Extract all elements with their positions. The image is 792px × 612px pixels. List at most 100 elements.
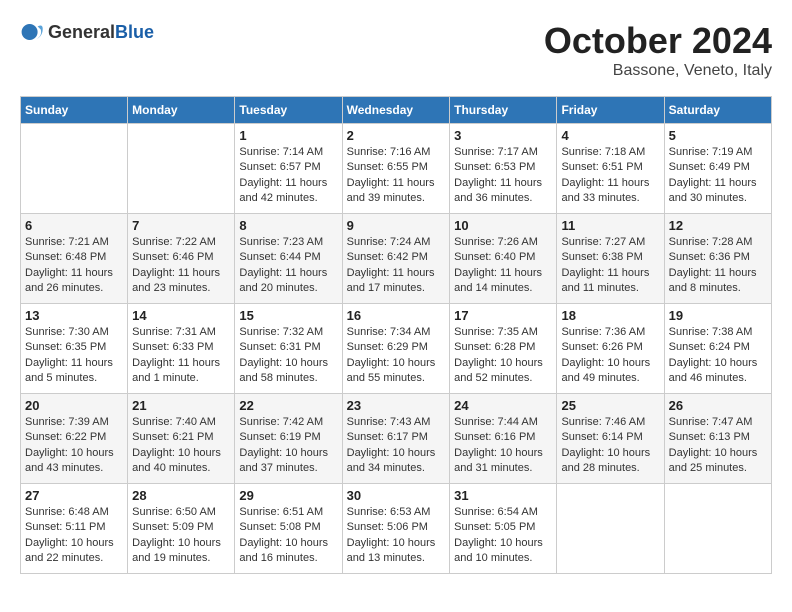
header-thursday: Thursday xyxy=(450,97,557,124)
calendar-cell: 21 Sunrise: 7:40 AMSunset: 6:21 PMDaylig… xyxy=(128,394,235,484)
header-monday: Monday xyxy=(128,97,235,124)
calendar-cell: 7 Sunrise: 7:22 AMSunset: 6:46 PMDayligh… xyxy=(128,214,235,304)
day-number: 17 xyxy=(454,308,552,323)
day-number: 28 xyxy=(132,488,230,503)
logo-general: General xyxy=(48,22,115,42)
day-detail: Sunrise: 7:23 AMSunset: 6:44 PMDaylight:… xyxy=(239,235,337,297)
logo: GeneralBlue xyxy=(20,20,154,44)
day-detail: Sunrise: 7:24 AMSunset: 6:42 PMDaylight:… xyxy=(347,235,446,297)
day-number: 24 xyxy=(454,398,552,413)
header-friday: Friday xyxy=(557,97,664,124)
day-number: 4 xyxy=(561,128,659,143)
day-number: 12 xyxy=(669,218,767,233)
logo-icon xyxy=(20,20,44,44)
day-number: 10 xyxy=(454,218,552,233)
day-detail: Sunrise: 7:35 AMSunset: 6:28 PMDaylight:… xyxy=(454,325,552,387)
calendar-cell: 9 Sunrise: 7:24 AMSunset: 6:42 PMDayligh… xyxy=(342,214,450,304)
day-number: 22 xyxy=(239,398,337,413)
calendar-cell: 28 Sunrise: 6:50 AMSunset: 5:09 PMDaylig… xyxy=(128,484,235,574)
day-number: 23 xyxy=(347,398,446,413)
day-detail: Sunrise: 6:48 AMSunset: 5:11 PMDaylight:… xyxy=(25,505,123,567)
calendar-cell: 3 Sunrise: 7:17 AMSunset: 6:53 PMDayligh… xyxy=(450,124,557,214)
calendar-week-3: 13 Sunrise: 7:30 AMSunset: 6:35 PMDaylig… xyxy=(21,304,772,394)
day-number: 21 xyxy=(132,398,230,413)
day-detail: Sunrise: 6:51 AMSunset: 5:08 PMDaylight:… xyxy=(239,505,337,567)
header-sunday: Sunday xyxy=(21,97,128,124)
day-number: 25 xyxy=(561,398,659,413)
calendar-cell xyxy=(128,124,235,214)
calendar-cell: 29 Sunrise: 6:51 AMSunset: 5:08 PMDaylig… xyxy=(235,484,342,574)
day-detail: Sunrise: 7:30 AMSunset: 6:35 PMDaylight:… xyxy=(25,325,123,387)
day-number: 13 xyxy=(25,308,123,323)
location: Bassone, Veneto, Italy xyxy=(544,62,772,80)
day-number: 5 xyxy=(669,128,767,143)
calendar-cell: 8 Sunrise: 7:23 AMSunset: 6:44 PMDayligh… xyxy=(235,214,342,304)
day-number: 3 xyxy=(454,128,552,143)
calendar-cell: 11 Sunrise: 7:27 AMSunset: 6:38 PMDaylig… xyxy=(557,214,664,304)
day-number: 1 xyxy=(239,128,337,143)
day-number: 19 xyxy=(669,308,767,323)
day-number: 9 xyxy=(347,218,446,233)
day-detail: Sunrise: 7:18 AMSunset: 6:51 PMDaylight:… xyxy=(561,145,659,207)
day-detail: Sunrise: 7:16 AMSunset: 6:55 PMDaylight:… xyxy=(347,145,446,207)
day-detail: Sunrise: 7:14 AMSunset: 6:57 PMDaylight:… xyxy=(239,145,337,207)
day-detail: Sunrise: 7:19 AMSunset: 6:49 PMDaylight:… xyxy=(669,145,767,207)
calendar-table: SundayMondayTuesdayWednesdayThursdayFrid… xyxy=(20,96,772,574)
calendar-cell: 31 Sunrise: 6:54 AMSunset: 5:05 PMDaylig… xyxy=(450,484,557,574)
day-detail: Sunrise: 7:21 AMSunset: 6:48 PMDaylight:… xyxy=(25,235,123,297)
day-number: 27 xyxy=(25,488,123,503)
day-detail: Sunrise: 7:44 AMSunset: 6:16 PMDaylight:… xyxy=(454,415,552,477)
day-number: 11 xyxy=(561,218,659,233)
day-detail: Sunrise: 7:28 AMSunset: 6:36 PMDaylight:… xyxy=(669,235,767,297)
calendar-week-5: 27 Sunrise: 6:48 AMSunset: 5:11 PMDaylig… xyxy=(21,484,772,574)
calendar-week-2: 6 Sunrise: 7:21 AMSunset: 6:48 PMDayligh… xyxy=(21,214,772,304)
day-number: 16 xyxy=(347,308,446,323)
day-detail: Sunrise: 7:46 AMSunset: 6:14 PMDaylight:… xyxy=(561,415,659,477)
calendar-cell: 12 Sunrise: 7:28 AMSunset: 6:36 PMDaylig… xyxy=(664,214,771,304)
day-detail: Sunrise: 6:54 AMSunset: 5:05 PMDaylight:… xyxy=(454,505,552,567)
day-number: 31 xyxy=(454,488,552,503)
calendar-cell: 27 Sunrise: 6:48 AMSunset: 5:11 PMDaylig… xyxy=(21,484,128,574)
day-detail: Sunrise: 7:43 AMSunset: 6:17 PMDaylight:… xyxy=(347,415,446,477)
calendar-cell: 24 Sunrise: 7:44 AMSunset: 6:16 PMDaylig… xyxy=(450,394,557,484)
calendar-cell: 13 Sunrise: 7:30 AMSunset: 6:35 PMDaylig… xyxy=(21,304,128,394)
logo-blue: Blue xyxy=(115,22,154,42)
calendar-cell: 20 Sunrise: 7:39 AMSunset: 6:22 PMDaylig… xyxy=(21,394,128,484)
header-tuesday: Tuesday xyxy=(235,97,342,124)
day-number: 18 xyxy=(561,308,659,323)
calendar-cell xyxy=(21,124,128,214)
calendar-cell: 30 Sunrise: 6:53 AMSunset: 5:06 PMDaylig… xyxy=(342,484,450,574)
day-detail: Sunrise: 6:50 AMSunset: 5:09 PMDaylight:… xyxy=(132,505,230,567)
calendar-cell: 19 Sunrise: 7:38 AMSunset: 6:24 PMDaylig… xyxy=(664,304,771,394)
day-number: 7 xyxy=(132,218,230,233)
day-number: 29 xyxy=(239,488,337,503)
day-number: 14 xyxy=(132,308,230,323)
calendar-cell xyxy=(664,484,771,574)
day-number: 2 xyxy=(347,128,446,143)
day-number: 20 xyxy=(25,398,123,413)
day-detail: Sunrise: 7:38 AMSunset: 6:24 PMDaylight:… xyxy=(669,325,767,387)
day-number: 15 xyxy=(239,308,337,323)
day-detail: Sunrise: 7:42 AMSunset: 6:19 PMDaylight:… xyxy=(239,415,337,477)
calendar-cell xyxy=(557,484,664,574)
calendar-cell: 26 Sunrise: 7:47 AMSunset: 6:13 PMDaylig… xyxy=(664,394,771,484)
calendar-cell: 2 Sunrise: 7:16 AMSunset: 6:55 PMDayligh… xyxy=(342,124,450,214)
day-number: 6 xyxy=(25,218,123,233)
day-detail: Sunrise: 7:26 AMSunset: 6:40 PMDaylight:… xyxy=(454,235,552,297)
day-detail: Sunrise: 7:40 AMSunset: 6:21 PMDaylight:… xyxy=(132,415,230,477)
calendar-cell: 22 Sunrise: 7:42 AMSunset: 6:19 PMDaylig… xyxy=(235,394,342,484)
calendar-cell: 4 Sunrise: 7:18 AMSunset: 6:51 PMDayligh… xyxy=(557,124,664,214)
day-detail: Sunrise: 7:34 AMSunset: 6:29 PMDaylight:… xyxy=(347,325,446,387)
day-detail: Sunrise: 7:39 AMSunset: 6:22 PMDaylight:… xyxy=(25,415,123,477)
day-detail: Sunrise: 6:53 AMSunset: 5:06 PMDaylight:… xyxy=(347,505,446,567)
calendar-cell: 18 Sunrise: 7:36 AMSunset: 6:26 PMDaylig… xyxy=(557,304,664,394)
calendar-week-1: 1 Sunrise: 7:14 AMSunset: 6:57 PMDayligh… xyxy=(21,124,772,214)
day-detail: Sunrise: 7:36 AMSunset: 6:26 PMDaylight:… xyxy=(561,325,659,387)
calendar-cell: 14 Sunrise: 7:31 AMSunset: 6:33 PMDaylig… xyxy=(128,304,235,394)
calendar-cell: 15 Sunrise: 7:32 AMSunset: 6:31 PMDaylig… xyxy=(235,304,342,394)
page-header: GeneralBlue October 2024 Bassone, Veneto… xyxy=(20,20,772,80)
calendar-header-row: SundayMondayTuesdayWednesdayThursdayFrid… xyxy=(21,97,772,124)
day-detail: Sunrise: 7:22 AMSunset: 6:46 PMDaylight:… xyxy=(132,235,230,297)
calendar-cell: 10 Sunrise: 7:26 AMSunset: 6:40 PMDaylig… xyxy=(450,214,557,304)
calendar-cell: 6 Sunrise: 7:21 AMSunset: 6:48 PMDayligh… xyxy=(21,214,128,304)
